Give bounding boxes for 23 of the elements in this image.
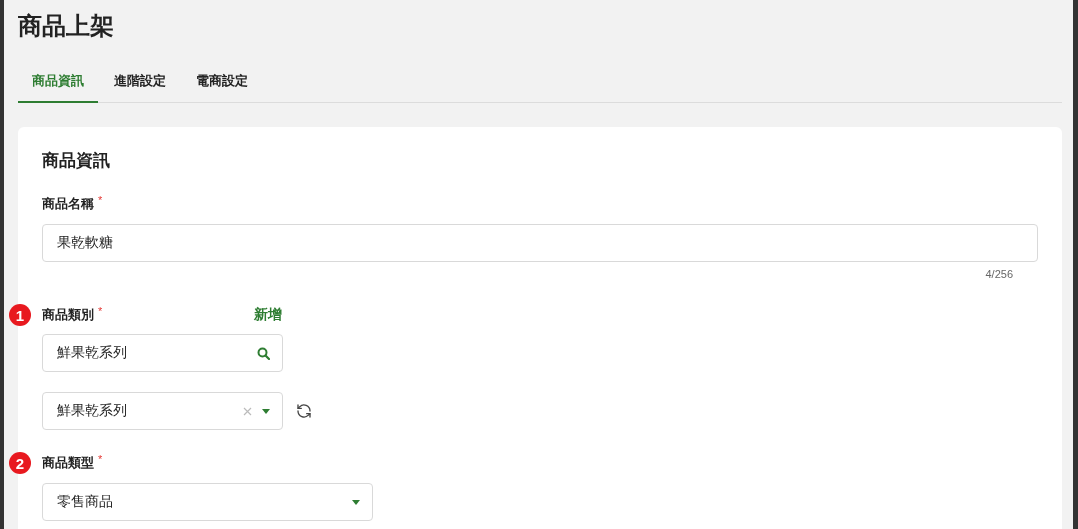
required-mark: * [98,453,103,465]
section-title: 商品資訊 [42,150,111,172]
search-field[interactable]: 鮮果乾系列 [42,334,283,372]
refresh-icon[interactable] [296,403,312,419]
step-number: 2 [9,452,31,474]
step-number: 1 [9,304,31,326]
tab[interactable]: 電商設定 [182,72,262,103]
required-mark: * [98,194,103,206]
tab[interactable]: 進階設定 [100,72,180,103]
caret-icon [352,499,360,505]
type-select[interactable]: 零售商品 [42,483,373,521]
char-counter: 4/256 [985,268,1013,280]
search-icon [257,346,270,360]
add-link[interactable]: 新增 [254,306,282,324]
field-label: 商品類型 [42,454,94,472]
category-select[interactable]: 鮮果乾系列 [42,392,283,430]
field-label: 商品類別 [42,306,94,324]
tab[interactable]: 商品資訊 [18,72,98,103]
required-mark: * [98,305,103,317]
caret-icon [262,408,270,414]
field-label: 商品名稱 [42,195,94,213]
page-title: 商品上架 [18,11,115,41]
name-input[interactable]: 果乾軟糖 [42,224,1038,262]
